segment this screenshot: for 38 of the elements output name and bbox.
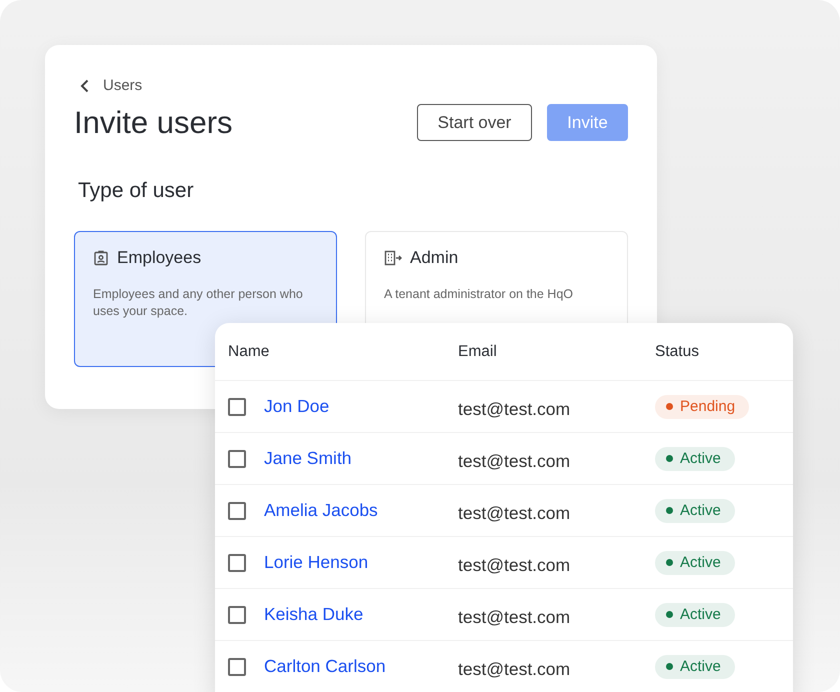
status-tag: Active: [655, 602, 735, 626]
column-header: Name: [215, 323, 445, 381]
start-over-button[interactable]: Start over: [417, 104, 532, 141]
status-tag: Pending: [655, 394, 750, 418]
status-tag: Active: [655, 498, 735, 522]
id-badge-icon: [93, 250, 109, 266]
column-header: Email: [445, 323, 642, 381]
status-tag: Active: [655, 654, 735, 678]
user-name-link[interactable]: Keisha Duke: [264, 604, 364, 625]
status-tag: Active: [655, 550, 735, 574]
email-cell: test@test.com: [458, 607, 570, 628]
row-checkbox[interactable]: [228, 554, 246, 572]
row-checkbox[interactable]: [228, 606, 246, 624]
user-name-link[interactable]: Jane Smith: [264, 448, 352, 469]
row-checkbox[interactable]: [228, 502, 246, 520]
back-chevron-icon[interactable]: [80, 78, 89, 92]
email-cell: test@test.com: [458, 503, 570, 524]
user-name-link[interactable]: Amelia Jacobs: [264, 500, 378, 521]
section-title: Type of user: [78, 179, 195, 203]
row-checkbox[interactable]: [228, 450, 246, 468]
option-label: Admin: [410, 248, 458, 268]
user-name-link[interactable]: Lorie Henson: [264, 552, 368, 573]
email-cell: test@test.com: [458, 399, 570, 420]
email-cell: test@test.com: [458, 555, 570, 576]
column-header: Status: [642, 323, 793, 381]
breadcrumb-link[interactable]: Users: [103, 77, 142, 94]
page-title: Invite users: [74, 104, 233, 140]
option-description: A tenant administrator on the HqO: [384, 286, 574, 303]
option-label: Employees: [117, 248, 202, 268]
user-name-link[interactable]: Carlton Carlson: [264, 656, 386, 677]
user-name-link[interactable]: Jon Doe: [264, 396, 330, 417]
status-tag: Active: [655, 446, 735, 470]
building-icon: [384, 250, 402, 266]
option-description: Employees and any other person who uses your space.: [93, 286, 304, 320]
email-cell: test@test.com: [458, 659, 570, 680]
email-cell: test@test.com: [458, 451, 570, 472]
row-checkbox[interactable]: [228, 398, 246, 416]
row-checkbox[interactable]: [228, 658, 246, 676]
